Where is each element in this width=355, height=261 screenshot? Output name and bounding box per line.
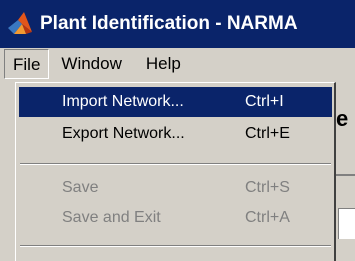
menu-window[interactable]: Window [49, 49, 133, 79]
menu-bar: File Window Help [0, 48, 355, 80]
menu-item-label: Save [62, 179, 99, 196]
menu-item-save-and-exit[interactable]: Save and Exit Ctrl+A [19, 203, 332, 233]
menu-item-shortcut: Ctrl+E [245, 125, 290, 142]
background-heading-fragment: e [336, 106, 349, 131]
menu-item-label: Import Network... [62, 93, 184, 110]
window-title: Plant Identification - NARMA [40, 13, 298, 34]
menu-file[interactable]: File [4, 49, 50, 79]
menu-item-save[interactable]: Save Ctrl+S [19, 173, 332, 203]
menu-item-label: Export Network... [62, 125, 185, 142]
menu-item-shortcut: Ctrl+A [245, 209, 290, 226]
menu-item-import-network[interactable]: Import Network... Ctrl+I [19, 87, 332, 117]
menu-item-export-network[interactable]: Export Network... Ctrl+E [19, 119, 332, 149]
title-bar[interactable]: Plant Identification - NARMA [0, 0, 355, 48]
menu-item-shortcut: Ctrl+I [245, 93, 284, 110]
menu-item-shortcut: Ctrl+S [245, 179, 290, 196]
app-window: Plant Identification - NARMA File Window… [0, 0, 355, 261]
background-divider [336, 174, 355, 176]
menu-separator [20, 245, 331, 247]
file-menu-dropdown: Import Network... Ctrl+I Export Network.… [15, 82, 336, 261]
background-field [338, 208, 355, 239]
menu-help[interactable]: Help [134, 49, 193, 79]
matlab-logo-icon [8, 12, 32, 34]
menu-item-label: Save and Exit [62, 209, 161, 226]
menu-separator [20, 163, 331, 165]
